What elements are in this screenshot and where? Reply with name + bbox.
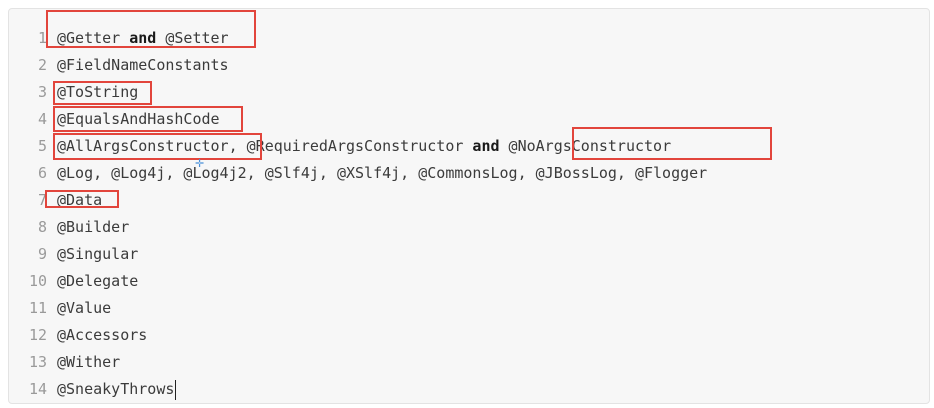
annotation-token: @SneakyThrows <box>57 380 175 398</box>
line-number: 4 <box>37 110 47 128</box>
code-text: @SneakyThrows <box>57 376 177 403</box>
line-number: 10 <box>28 272 47 290</box>
line-number: 6 <box>37 164 47 182</box>
code-text: @Getter and @Setter <box>57 25 229 52</box>
line-number: 2 <box>37 56 47 74</box>
line-number: 5 <box>37 137 47 155</box>
annotation-token: @Builder <box>57 218 130 236</box>
code-text: @Wither <box>57 349 120 376</box>
annotation-token: @Data <box>57 191 103 209</box>
line-number: 1 <box>37 29 47 47</box>
annotation-token: @Getter <box>57 29 121 47</box>
code-text: @Log, @Log4j, @Log4j2, @Slf4j, @XSlf4j, … <box>57 160 707 187</box>
annotation-token: @Setter <box>165 29 229 47</box>
code-text: @Value <box>57 295 111 322</box>
text-cursor <box>175 379 177 400</box>
code-text: @AllArgsConstructor, @RequiredArgsConstr… <box>57 133 671 160</box>
code-text: @ToString <box>57 79 138 106</box>
keyword-token: and <box>463 137 509 155</box>
code-text: @Accessors <box>57 322 147 349</box>
annotation-token: @FieldNameConstants <box>57 56 229 74</box>
crosshair-icon: ✛ <box>195 157 205 170</box>
annotation-token: @EqualsAndHashCode <box>57 110 220 128</box>
code-text: @Data <box>57 187 102 214</box>
line-number: 8 <box>37 218 47 236</box>
annotation-token: @Delegate <box>57 272 139 290</box>
annotation-token: @AllArgsConstructor, @RequiredArgsConstr… <box>57 137 464 155</box>
annotation-token: @ToString <box>57 83 139 101</box>
line-number: 9 <box>37 245 47 263</box>
line-number: 11 <box>28 299 47 317</box>
line-number: 13 <box>28 353 47 371</box>
annotation-token: @Wither <box>57 353 121 371</box>
annotation-token: @Accessors <box>57 326 148 344</box>
line-number: 7 <box>37 191 47 209</box>
code-text: @FieldNameConstants <box>57 52 229 79</box>
annotation-token: @Log, @Log4j, @Log4j2, @Slf4j, @XSlf4j, … <box>57 164 708 182</box>
code-text: @Delegate <box>57 268 138 295</box>
keyword-token: and <box>120 29 166 47</box>
line-number: 3 <box>37 83 47 101</box>
line-number: 12 <box>28 326 47 344</box>
code-editor[interactable]: 1 @Getter and @Setter 2 @FieldNameConstants… <box>8 8 930 404</box>
code-text: @EqualsAndHashCode <box>57 106 220 133</box>
annotation-token: @NoArgsConstructor <box>508 137 672 155</box>
code-text: @Builder <box>57 214 129 241</box>
line-number: 14 <box>28 380 47 398</box>
annotation-token: @Singular <box>57 245 139 263</box>
code-text: @Singular <box>57 241 138 268</box>
annotation-token: @Value <box>57 299 112 317</box>
